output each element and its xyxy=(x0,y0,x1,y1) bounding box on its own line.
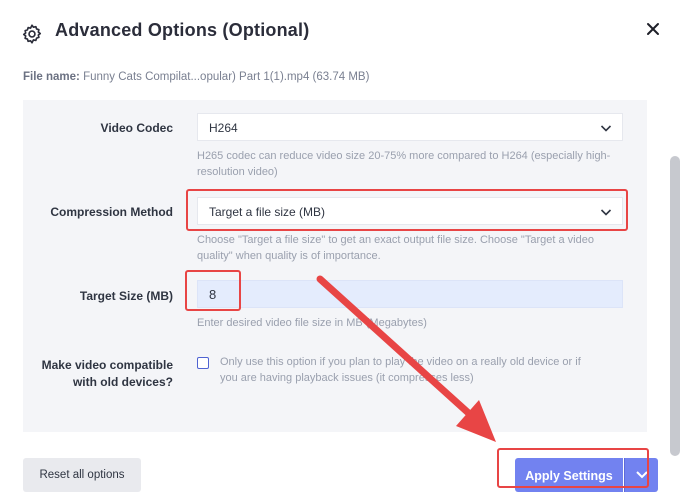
gear-icon xyxy=(22,24,42,44)
target-size-help: Enter desired video file size in MB (Meg… xyxy=(197,317,427,329)
target-size-input[interactable]: 8 xyxy=(197,280,623,308)
file-name-value: Funny Cats Compilat...opular) Part 1(1).… xyxy=(83,71,370,83)
compression-method-help: Choose "Target a file size" to get an ex… xyxy=(197,234,594,262)
close-icon[interactable] xyxy=(640,16,666,42)
old-devices-checkbox[interactable] xyxy=(197,357,209,369)
file-name-label: File name: xyxy=(23,71,80,83)
apply-options-dropdown-button[interactable] xyxy=(624,458,658,492)
video-codec-select[interactable]: H264 xyxy=(197,113,623,141)
dialog-header: Advanced Options (Optional) xyxy=(0,0,680,66)
scrollbar-thumb[interactable] xyxy=(670,156,680,456)
dialog-title: Advanced Options (Optional) xyxy=(55,20,310,40)
chevron-down-icon xyxy=(636,471,648,479)
video-codec-help: H265 codec can reduce video size 20-75% … xyxy=(197,150,611,178)
apply-settings-button[interactable]: Apply Settings xyxy=(515,458,623,492)
target-size-value: 8 xyxy=(209,287,217,302)
target-size-label: Target Size (MB) xyxy=(79,289,173,303)
old-devices-label: Make video compatible with old devices? xyxy=(41,358,173,389)
compression-method-select[interactable]: Target a file size (MB) xyxy=(197,197,623,225)
video-codec-value: H264 xyxy=(209,121,238,135)
video-codec-label: Video Codec xyxy=(100,121,173,135)
compression-method-label: Compression Method xyxy=(50,205,173,219)
file-name-line: File name: Funny Cats Compilat...opular)… xyxy=(23,71,369,83)
compression-method-value: Target a file size (MB) xyxy=(209,205,326,219)
old-devices-help: Only use this option if you plan to play… xyxy=(220,356,581,384)
chevron-down-icon xyxy=(600,125,612,132)
reset-all-options-button[interactable]: Reset all options xyxy=(23,458,141,492)
chevron-down-icon xyxy=(600,209,612,216)
